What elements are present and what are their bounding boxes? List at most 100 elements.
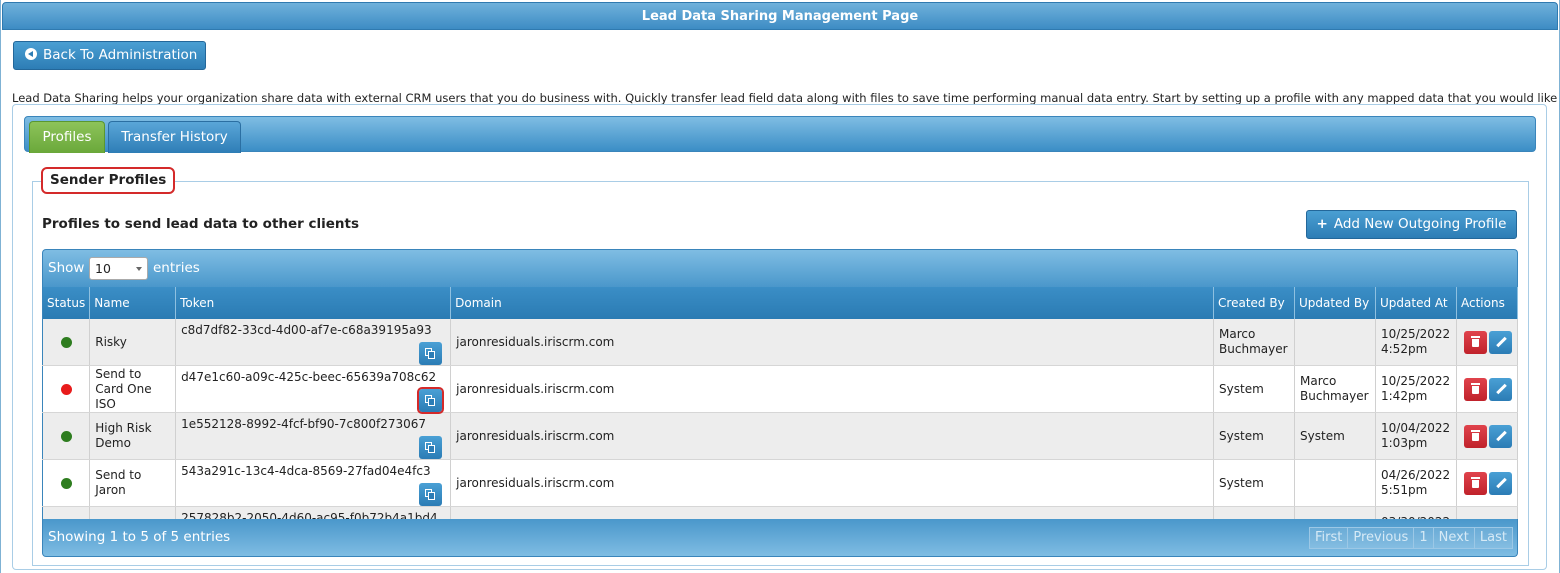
pager-next-button[interactable]: Next <box>1432 527 1475 549</box>
domain-cell: jaronresiduals.iriscrm.com <box>450 412 1215 460</box>
pencil-icon <box>1496 430 1507 441</box>
trash-icon <box>1470 335 1480 347</box>
domain-cell: jaronresiduals.iriscrm.com <box>450 319 1215 366</box>
updated-at-cell: 10/04/2022 1:03pm <box>1375 412 1457 460</box>
pager-first-button[interactable]: First <box>1309 527 1349 549</box>
back-button-label: Back To Administration <box>43 47 198 63</box>
token-cell: 543a291c-13c4-4dca-8569-27fad04e4fc3 <box>175 459 452 507</box>
updated-at-cell: 04/26/2022 5:51pm <box>1375 459 1457 507</box>
updated-by-cell <box>1294 459 1376 507</box>
token-cell: d47e1c60-a09c-425c-beec-65639a708c62 <box>175 365 452 414</box>
sender-profiles-legend: Sender Profiles <box>41 167 176 194</box>
trash-icon <box>1470 429 1480 441</box>
name-cell: Send to Jaron <box>89 459 177 507</box>
tab-transfer-history[interactable]: Transfer History <box>108 121 241 153</box>
updated-by-cell <box>1294 319 1376 366</box>
pager-page-1-button[interactable]: 1 <box>1413 527 1434 549</box>
plus-icon: + <box>1316 216 1328 232</box>
token-cell: c8d7df82-33cd-4d00-af7e-c68a39195a93 <box>175 319 452 366</box>
copy-token-button[interactable] <box>419 436 443 459</box>
status-cell <box>42 459 91 507</box>
updated-at-cell: 10/25/2022 1:42pm <box>1375 365 1457 413</box>
domain-cell: jaronresiduals.iriscrm.com <box>450 459 1215 507</box>
status-cell <box>42 319 91 366</box>
column-header-token[interactable]: Token <box>175 287 452 319</box>
token-value: 1e552128-8992-4fcf-bf90-7c800f273067 <box>181 417 427 431</box>
chevron-down-icon <box>136 267 142 271</box>
token-value: c8d7df82-33cd-4d00-af7e-c68a39195a93 <box>181 323 432 337</box>
domain-cell: jaronresiduals.iriscrm.com <box>450 365 1215 413</box>
table-info: Showing 1 to 5 of 5 entries <box>48 529 231 545</box>
show-label: Show <box>48 260 85 276</box>
status-indicator <box>60 477 72 489</box>
column-header-domain[interactable]: Domain <box>450 287 1215 319</box>
profiles-table: Status Name Token Domain Created By Upda… <box>42 287 1519 554</box>
table-row: Send to Card One ISO d47e1c60-a09c-425c-b… <box>42 365 1519 414</box>
back-to-administration-button[interactable]: Back To Administration <box>13 41 206 70</box>
copy-icon-front <box>428 492 436 500</box>
status-indicator <box>60 430 72 442</box>
delete-profile-button[interactable] <box>1463 330 1487 354</box>
add-button-label: Add New Outgoing Profile <box>1333 216 1507 232</box>
arrow-left-circle-icon <box>25 48 37 60</box>
updated-at-cell: 10/25/2022 4:52pm <box>1375 319 1457 366</box>
table-row: Send to Jaron 543a291c-13c4-4dca-8569-27f… <box>42 459 1519 507</box>
copy-icon-front <box>428 398 436 406</box>
column-header-updated-at[interactable]: Updated At <box>1375 287 1457 319</box>
copy-icon-front <box>428 445 436 453</box>
actions-cell <box>1456 365 1519 413</box>
column-header-updated-by[interactable]: Updated By <box>1294 287 1376 319</box>
created-by-cell: System <box>1213 365 1296 413</box>
column-header-created-by[interactable]: Created By <box>1213 287 1296 319</box>
created-by-cell: System <box>1213 412 1296 460</box>
entries-per-page-value: 10 <box>95 261 111 276</box>
add-new-outgoing-profile-button[interactable]: + Add New Outgoing Profile <box>1306 210 1517 239</box>
intro-text: Lead Data Sharing helps your organizatio… <box>12 91 1560 105</box>
section-subheading: Profiles to send lead data to other clie… <box>42 216 360 232</box>
copy-token-button[interactable] <box>419 483 443 506</box>
copy-icon-front <box>428 351 436 359</box>
table-header-row: Status Name Token Domain Created By Upda… <box>42 287 1519 319</box>
pencil-icon <box>1496 477 1507 488</box>
name-cell: Send to Card One ISO <box>89 365 177 413</box>
created-by-cell: Marco Buchmayer <box>1213 319 1296 366</box>
table-toolbar: Show 10 entries <box>42 249 1518 287</box>
delete-profile-button[interactable] <box>1463 424 1487 448</box>
column-header-name[interactable]: Name <box>89 287 177 319</box>
actions-cell <box>1456 412 1519 460</box>
column-header-status[interactable]: Status <box>42 287 91 319</box>
status-indicator <box>60 383 72 395</box>
status-cell <box>42 412 91 460</box>
name-cell: Risky <box>89 319 177 366</box>
column-header-actions: Actions <box>1456 287 1519 319</box>
edit-profile-button[interactable] <box>1488 330 1512 354</box>
entries-per-page-select[interactable]: 10 <box>89 257 148 280</box>
status-cell <box>42 365 91 413</box>
trash-icon <box>1470 382 1480 394</box>
edit-profile-button[interactable] <box>1488 424 1512 448</box>
copy-token-button[interactable] <box>417 387 445 414</box>
edit-profile-button[interactable] <box>1488 377 1512 401</box>
updated-by-cell: Marco Buchmayer <box>1294 365 1376 413</box>
trash-icon <box>1470 476 1480 488</box>
edit-profile-button[interactable] <box>1488 471 1512 495</box>
table-row: High Risk Demo 1e552128-8992-4fcf-bf90-7c… <box>42 412 1519 460</box>
pager-last-button[interactable]: Last <box>1473 527 1513 549</box>
pager-previous-button[interactable]: Previous <box>1347 527 1415 549</box>
pencil-icon <box>1496 383 1507 394</box>
delete-profile-button[interactable] <box>1463 471 1487 495</box>
pagination: First Previous 1 Next Last <box>1309 527 1513 549</box>
created-by-cell: System <box>1213 459 1296 507</box>
tab-profiles[interactable]: Profiles <box>29 121 105 153</box>
token-value: 543a291c-13c4-4dca-8569-27fad04e4fc3 <box>181 464 431 478</box>
delete-profile-button[interactable] <box>1463 377 1487 401</box>
page-title: Lead Data Sharing Management Page <box>2 2 1558 30</box>
tab-bar: Profiles Transfer History <box>24 116 1536 153</box>
entries-label: entries <box>153 260 200 276</box>
name-cell: High Risk Demo <box>89 412 177 460</box>
copy-token-button[interactable] <box>419 342 443 365</box>
table-footer: Showing 1 to 5 of 5 entries First Previo… <box>42 519 1518 557</box>
actions-cell <box>1456 319 1519 366</box>
table-row: Risky c8d7df82-33cd-4d00-af7e-c68a39195a9… <box>42 319 1519 366</box>
updated-by-cell: System <box>1294 412 1376 460</box>
